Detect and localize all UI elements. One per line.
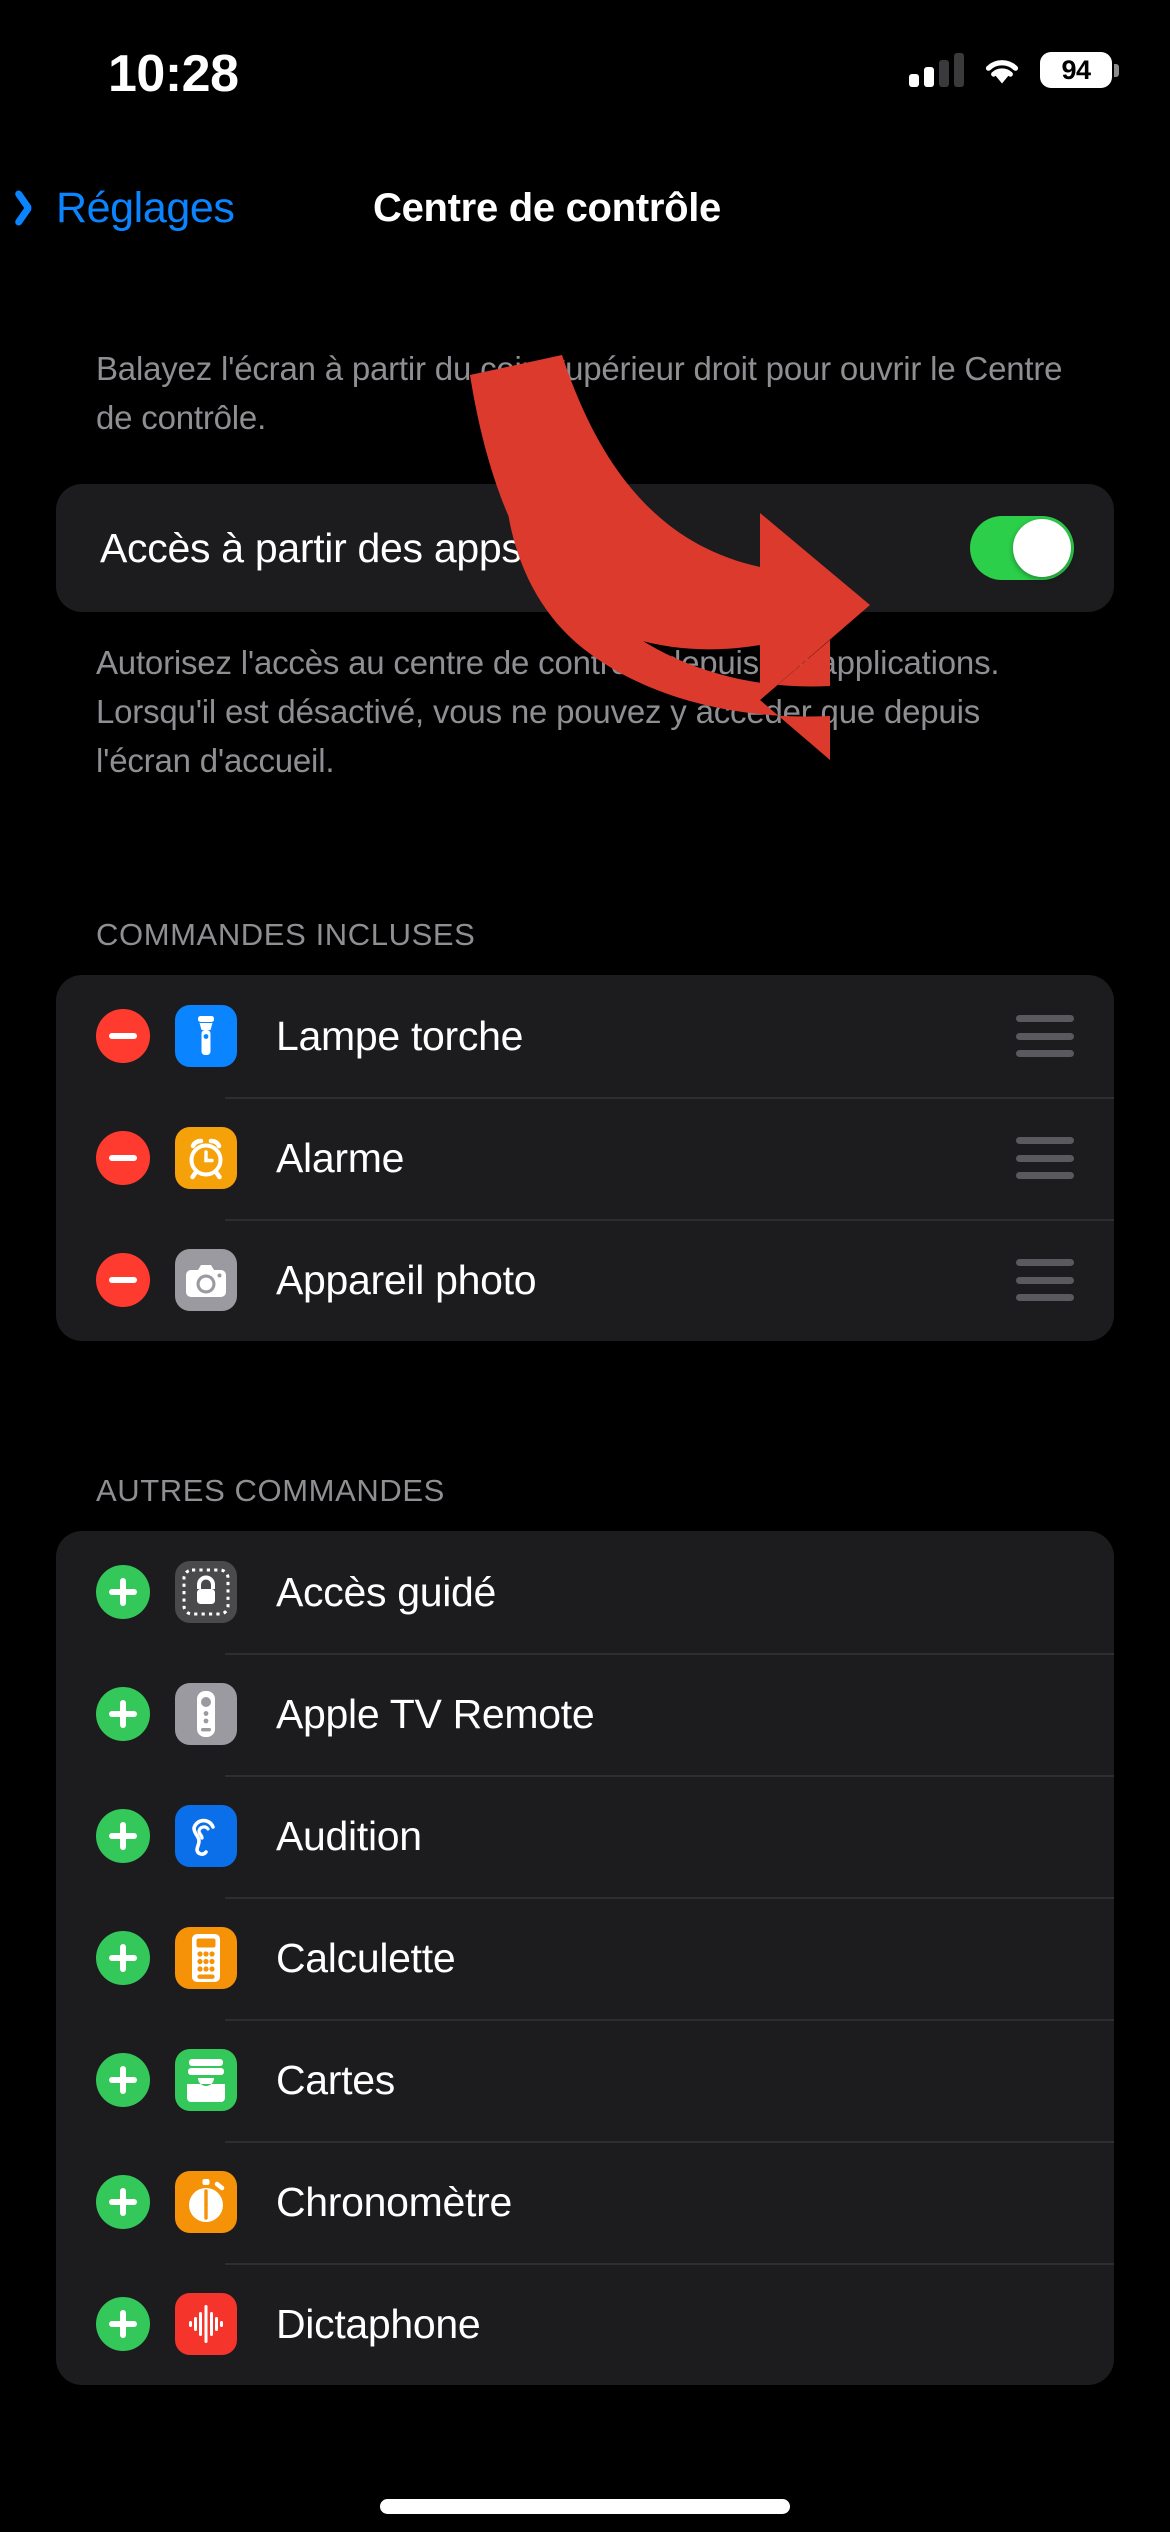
list-item[interactable]: Apple TV Remote [56, 1653, 1114, 1775]
add-control-button[interactable] [96, 1809, 150, 1863]
add-control-button[interactable] [96, 1931, 150, 1985]
home-indicator-bar [380, 2499, 790, 2514]
list-item[interactable]: Chronomètre [56, 2141, 1114, 2263]
access-from-apps-switch[interactable] [970, 516, 1074, 580]
access-toggle-label: Accès à partir des apps [100, 524, 522, 571]
settings-content: Balayez l'écran à partir du coin supérie… [0, 256, 1170, 2385]
list-item[interactable]: Accès guidé [56, 1531, 1114, 1653]
add-control-button[interactable] [96, 2297, 150, 2351]
status-bar-time: 10:28 [108, 45, 239, 103]
battery-percent-label: 94 [1061, 54, 1091, 85]
iphone-screen: 10:28 94 Réglages Centre de contrôle Bal… [0, 0, 1170, 2532]
list-item-label: Audition [276, 1812, 422, 1859]
list-item-label: Calculette [276, 1934, 456, 1981]
drag-handle-icon[interactable] [1016, 1259, 1074, 1301]
camera-icon [175, 1249, 237, 1311]
wifi-icon [981, 54, 1023, 86]
remove-control-button[interactable] [96, 1131, 150, 1185]
flashlight-icon [175, 1005, 237, 1067]
row-acces-a-partir-des-apps[interactable]: Accès à partir des apps [56, 484, 1114, 612]
other-controls-list: Accès guidé Apple TV Remote Audition Cal… [56, 1531, 1114, 2385]
voice-memo-waveform-icon [175, 2293, 237, 2355]
list-item[interactable]: Dictaphone [56, 2263, 1114, 2385]
list-item[interactable]: Appareil photo [56, 1219, 1114, 1341]
list-item-label: Accès guidé [276, 1568, 497, 1615]
status-bar-indicators: 94 [909, 52, 1119, 88]
back-button-label: Réglages [56, 183, 235, 232]
list-item[interactable]: Lampe torche [56, 975, 1114, 1097]
list-item[interactable]: Calculette [56, 1897, 1114, 2019]
drag-handle-icon[interactable] [1016, 1015, 1074, 1057]
access-footer-description: Autorisez l'accès au centre de contrôle … [96, 644, 1000, 779]
add-control-button[interactable] [96, 2053, 150, 2107]
alarm-clock-icon [175, 1127, 237, 1189]
remove-control-button[interactable] [96, 1253, 150, 1307]
switch-knob [1013, 519, 1071, 577]
stopwatch-icon [175, 2171, 237, 2233]
status-bar: 10:28 94 [0, 0, 1170, 140]
section-caption-included: COMMANDES INCLUSES [96, 917, 476, 952]
drag-handle-icon[interactable] [1016, 1137, 1074, 1179]
add-control-button[interactable] [96, 2175, 150, 2229]
list-item[interactable]: Audition [56, 1775, 1114, 1897]
remove-control-button[interactable] [96, 1009, 150, 1063]
list-item-label: Dictaphone [276, 2300, 481, 2347]
page-title: Centre de contrôle [373, 185, 721, 230]
access-toggle-group: Accès à partir des apps [56, 484, 1114, 612]
ear-hearing-icon [175, 1805, 237, 1867]
chevron-left-icon [24, 189, 46, 227]
tv-remote-icon [175, 1683, 237, 1745]
list-item-label: Apple TV Remote [276, 1690, 595, 1737]
add-control-button[interactable] [96, 1565, 150, 1619]
list-item-label: Alarme [276, 1134, 405, 1181]
included-controls-list: Lampe torche Alarme Appareil photo [56, 975, 1114, 1341]
add-control-button[interactable] [96, 1687, 150, 1741]
list-item-label: Appareil photo [276, 1256, 537, 1303]
list-item[interactable]: Cartes [56, 2019, 1114, 2141]
battery-icon: 94 [1040, 52, 1119, 88]
list-item-label: Cartes [276, 2056, 395, 2103]
intro-description: Balayez l'écran à partir du coin supérie… [96, 350, 1063, 436]
calculator-icon [175, 1927, 237, 1989]
list-item[interactable]: Alarme [56, 1097, 1114, 1219]
wallet-icon [175, 2049, 237, 2111]
section-caption-other: AUTRES COMMANDES [96, 1473, 445, 1508]
cellular-signal-icon [909, 53, 964, 87]
list-item-label: Chronomètre [276, 2178, 512, 2225]
back-button[interactable]: Réglages [24, 160, 235, 256]
list-item-label: Lampe torche [276, 1012, 524, 1059]
guided-access-lock-icon [175, 1561, 237, 1623]
navigation-bar: Réglages Centre de contrôle [0, 160, 1170, 256]
